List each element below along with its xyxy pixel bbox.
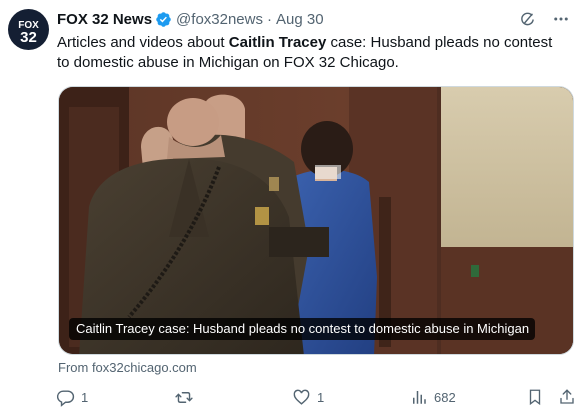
more-icon[interactable]	[552, 10, 570, 28]
post-text-before: Articles and videos about	[57, 34, 229, 51]
post-text-bold: Caitlin Tracey	[228, 34, 327, 51]
author-handle[interactable]: @fox32news	[176, 11, 263, 28]
fox32-logo: FOX 32	[18, 20, 39, 46]
svg-text:32: 32	[20, 29, 37, 46]
courtroom-photo	[59, 87, 573, 354]
views-icon	[413, 391, 426, 404]
post-text: Articles and videos about Caitlin Tracey…	[57, 33, 557, 73]
verified-badge-icon	[155, 11, 172, 28]
like-button[interactable]: 1	[292, 388, 324, 407]
views-button[interactable]: 682	[410, 388, 456, 406]
share-icon	[560, 389, 574, 404]
card-caption: Caitlin Tracey case: Husband pleads no c…	[69, 318, 536, 340]
views-count: 682	[434, 389, 456, 405]
post-header: FOX 32 News @fox32news · Aug 30	[57, 8, 576, 30]
grok-icon[interactable]	[518, 10, 536, 28]
author-name[interactable]: FOX 32 News	[57, 11, 152, 28]
bookmark-icon	[529, 389, 541, 406]
reply-button[interactable]: 1	[56, 388, 88, 407]
share-button[interactable]	[558, 388, 576, 406]
post-time[interactable]: Aug 30	[276, 11, 324, 28]
header-actions	[518, 10, 576, 28]
link-card-media[interactable]: Caitlin Tracey case: Husband pleads no c…	[58, 86, 574, 355]
post-content: FOX 32 News @fox32news · Aug 30 Articles…	[57, 8, 576, 73]
reply-icon	[56, 390, 75, 407]
like-count: 1	[317, 390, 325, 405]
card-source[interactable]: From fox32chicago.com	[58, 360, 197, 375]
repost-icon	[175, 392, 193, 403]
bookmark-button[interactable]	[526, 388, 544, 406]
reply-count: 1	[81, 390, 89, 405]
separator-dot: ·	[267, 10, 272, 28]
repost-button[interactable]	[174, 388, 200, 407]
avatar[interactable]: FOX 32	[8, 9, 49, 50]
heart-icon	[293, 389, 310, 405]
action-bar: 1 1 682	[56, 388, 578, 408]
